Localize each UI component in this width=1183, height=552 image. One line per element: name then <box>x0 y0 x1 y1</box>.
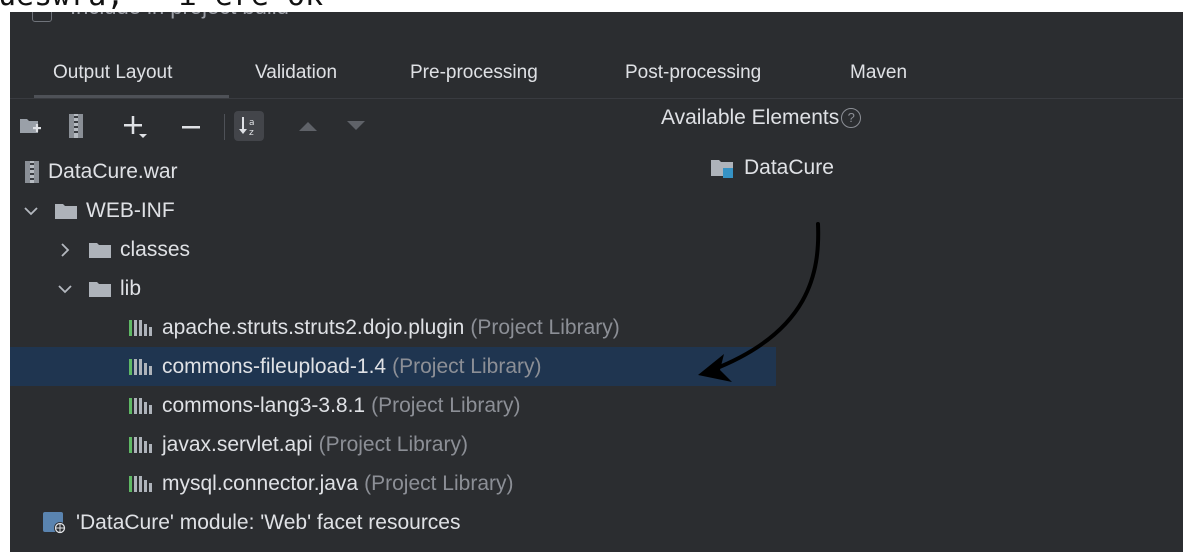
svg-text:a: a <box>249 118 255 128</box>
library-icon <box>128 474 154 494</box>
web-inf-name: WEB-INF <box>86 198 175 222</box>
library-icon <box>128 435 154 455</box>
artifact-settings-panel: Include in project build Output Layout V… <box>10 12 1183 552</box>
new-directory-icon[interactable] <box>18 114 44 138</box>
folder-icon <box>54 202 78 220</box>
library-name: commons-fileupload-1.4 <box>162 354 387 378</box>
module-resources-name: 'DataCure' module: 'Web' facet resources <box>76 510 461 534</box>
tab-pre-processing[interactable]: Pre-processing <box>410 62 538 84</box>
tab-post-processing[interactable]: Post-processing <box>625 62 761 84</box>
move-up-icon[interactable] <box>296 116 320 136</box>
library-name: apache.struts.struts2.dojo.plugin <box>162 315 465 339</box>
help-icon[interactable]: ? <box>841 108 862 128</box>
tree-row-library[interactable]: javax.servlet.api (Project Library) <box>10 425 776 464</box>
top-clipped-text-strip: ueswra, - i-ere-ok <box>0 0 1183 12</box>
tabs-divider <box>10 98 1183 99</box>
layout-toolbar: a z <box>10 108 650 144</box>
library-note: (Project Library) <box>470 315 620 339</box>
library-note: (Project Library) <box>318 432 468 456</box>
library-icon <box>128 396 154 416</box>
library-icon <box>128 357 154 377</box>
toolbar-separator <box>224 114 225 140</box>
tree-row-library[interactable]: mysql.connector.java (Project Library) <box>10 464 776 503</box>
tree-row-web-inf[interactable]: WEB-INF <box>10 191 670 230</box>
available-item-label: DataCure <box>744 156 834 179</box>
library-note: (Project Library) <box>371 393 521 417</box>
clipped-annotation-text: ueswra, - i-ere-ok <box>0 0 323 12</box>
tab-output-layout[interactable]: Output Layout <box>53 62 172 84</box>
add-icon[interactable] <box>118 112 152 142</box>
web-facet-icon <box>42 511 68 535</box>
move-down-icon[interactable] <box>344 116 368 136</box>
svg-text:z: z <box>249 128 254 138</box>
tree-row-library[interactable]: commons-lang3-3.8.1 (Project Library) <box>10 386 776 425</box>
tab-bar: Output Layout Validation Pre-processing … <box>10 52 1183 98</box>
tree-row-classes[interactable]: classes <box>10 230 704 269</box>
module-folder-icon <box>710 157 736 179</box>
library-note: (Project Library) <box>392 354 542 378</box>
tree-row-library-selected[interactable]: commons-fileupload-1.4 (Project Library) <box>10 347 776 386</box>
tree-row-module-resources[interactable]: 'DataCure' module: 'Web' facet resources <box>10 503 690 542</box>
tab-validation[interactable]: Validation <box>255 62 337 84</box>
classes-name: classes <box>120 237 191 261</box>
library-name: mysql.connector.java <box>162 471 359 495</box>
available-item-module[interactable]: DataCure <box>710 156 834 180</box>
library-name: commons-lang3-3.8.1 <box>162 393 366 417</box>
tree-row-lib[interactable]: lib <box>10 269 704 308</box>
remove-icon[interactable] <box>178 114 204 140</box>
library-note: (Project Library) <box>364 471 514 495</box>
chevron-right-icon[interactable] <box>56 242 74 257</box>
folder-icon <box>88 280 112 298</box>
include-in-build-label: Include in project build <box>70 12 289 20</box>
chevron-down-icon[interactable] <box>22 206 40 216</box>
tree-row-war[interactable]: DataCure.war <box>10 152 672 191</box>
annotation-arrow <box>698 222 821 382</box>
folder-icon <box>88 241 112 259</box>
archive-icon[interactable] <box>64 112 88 140</box>
sort-alpha-icon[interactable]: a z <box>234 111 264 141</box>
war-name: DataCure.war <box>48 159 178 183</box>
war-archive-icon <box>24 160 40 184</box>
library-icon <box>128 318 154 338</box>
lib-name: lib <box>120 276 142 300</box>
tree-row-library[interactable]: apache.struts.struts2.dojo.plugin (Proje… <box>10 308 776 347</box>
library-name: javax.servlet.api <box>162 432 313 456</box>
chevron-down-icon[interactable] <box>56 284 74 294</box>
tab-maven[interactable]: Maven <box>850 62 907 84</box>
available-elements-title: Available Elements <box>661 106 840 129</box>
include-in-build-checkbox[interactable] <box>32 12 52 22</box>
available-elements-header: Available Elements? <box>661 106 862 130</box>
